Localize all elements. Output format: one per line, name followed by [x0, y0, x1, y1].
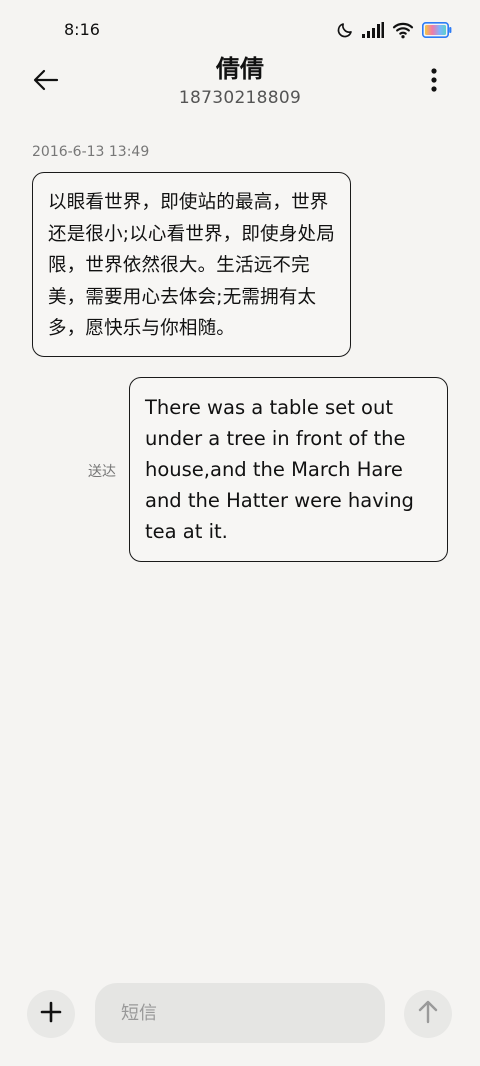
send-button[interactable]	[404, 990, 452, 1038]
arrow-left-icon	[33, 69, 59, 95]
delivery-status: 送达	[88, 464, 116, 480]
plus-icon	[40, 1001, 62, 1027]
arrow-up-icon	[418, 1000, 438, 1028]
outgoing-message-bubble[interactable]: There was a table set out under a tree i…	[129, 377, 448, 562]
conversation-header: 倩倩 18730218809	[0, 50, 480, 120]
back-button[interactable]	[24, 60, 68, 104]
incoming-message-bubble[interactable]: 以眼看世界，即使站的最高，世界还是很小;以心看世界，即使身处局限，世界依然很大。…	[32, 172, 351, 357]
message-timestamp: 2016-6-13 13:49	[32, 144, 150, 160]
wifi-icon	[392, 21, 414, 39]
more-vertical-icon	[430, 68, 438, 96]
contact-number: 18730218809	[178, 88, 302, 108]
signal-icon	[362, 22, 384, 38]
message-input[interactable]	[95, 983, 385, 1043]
status-time: 8:16	[64, 20, 100, 39]
contact-name: 倩倩	[216, 55, 264, 83]
contact-title: 倩倩 18730218809	[100, 54, 380, 110]
moon-icon	[336, 21, 354, 39]
add-attachment-button[interactable]	[27, 990, 75, 1038]
more-options-button[interactable]	[412, 60, 456, 104]
status-icons	[336, 20, 452, 40]
battery-icon	[422, 22, 452, 38]
